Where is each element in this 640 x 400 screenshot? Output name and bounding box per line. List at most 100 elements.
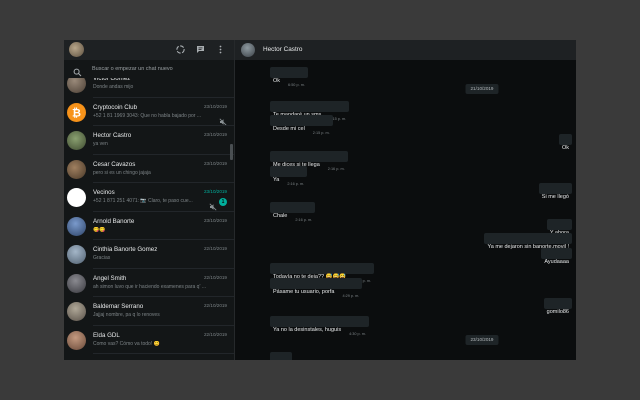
chat-avatar — [67, 131, 86, 150]
outgoing-message[interactable]: gomilo86 — [543, 298, 572, 315]
message-text: Ayudaaaa — [544, 259, 569, 265]
outgoing-message[interactable]: Si me llegó — [538, 183, 572, 200]
outgoing-message[interactable]: Ya me dejaron sin banorte.movil ! — [484, 233, 572, 250]
chat-date: 22/10/2019 — [204, 331, 227, 337]
search-icon[interactable] — [73, 64, 82, 77]
chat-avatar — [67, 245, 86, 264]
incoming-message[interactable]: Pásame tu usuario, porfa 4:29 p. m. — [270, 278, 363, 298]
message-time: 4:29 p. m. — [342, 294, 360, 298]
contact-avatar[interactable] — [241, 43, 255, 57]
chat-preview: Jajjaj nombre, pa q lo renoves — [93, 312, 160, 318]
chat-date: 22/10/2019 — [204, 246, 227, 251]
my-avatar[interactable] — [69, 42, 84, 57]
chat-list-item[interactable]: Baldemar Serrano 22/10/2019 Jajjaj nombre,… — [64, 297, 234, 326]
chat-name: Cinthia Banorte Gomez — [93, 246, 158, 253]
message-text: Ya — [273, 177, 280, 183]
chat-name: Baldemar Serrano — [93, 303, 144, 310]
message-time: 2:16 p. m. — [287, 182, 305, 186]
message-time: 2:15 p. m. — [312, 131, 330, 135]
chat-list-pane: Victor Gomez Donde andas mijo ₿ Cryptocoin … — [64, 40, 235, 360]
chat-list-item[interactable]: Vecinos 23/10/2019 +52 1 871 251 4071: 📷 C… — [64, 183, 234, 212]
conversation-header[interactable]: Hector Castro — [235, 40, 576, 60]
chat-list-item[interactable]: Angel Smith 22/10/2019 ah simon luvo que i… — [64, 269, 234, 297]
chat-date: 23/10/2019 — [204, 132, 227, 137]
message-text: Ok — [561, 145, 569, 151]
chat-date: 22/10/2019 — [204, 274, 227, 280]
chat-avatar — [67, 302, 86, 321]
chat-name: Hector Castro — [93, 132, 132, 139]
chat-date: 23/10/2019 — [204, 189, 227, 194]
chat-list-item[interactable]: Arnold Banorte 23/10/2019 😋😋 — [64, 212, 234, 240]
message-text: Si me llegó — [541, 194, 569, 200]
chat-preview: Donde andas mijo — [93, 84, 134, 90]
chat-list-item[interactable]: Cinthia Banorte Gomez 22/10/2019 Gracias — [64, 240, 234, 269]
chat-list[interactable]: Victor Gomez Donde andas mijo ₿ Cryptocoin … — [64, 69, 234, 354]
message-time: 2:16 p. m. — [327, 167, 345, 171]
chat-date: 23/10/2019 — [204, 103, 227, 109]
message-text: Desde mi cel — [273, 126, 305, 132]
chat-name: Angel Smith — [93, 274, 127, 282]
chat-avatar — [67, 273, 86, 293]
incoming-message[interactable]: Todavía no te deja?? 😅😅😅4:29 p. m. — [270, 263, 375, 283]
chat-list-item[interactable]: Hector Castro 23/10/2019 ya ven — [64, 126, 234, 155]
bitcoin-icon: ₿ — [72, 106, 81, 119]
muted-icon — [219, 113, 227, 125]
chat-date: 23/10/2019 — [204, 160, 227, 166]
message-text: Ok — [273, 78, 281, 84]
incoming-message[interactable]: Ya 2:16 p. m. — [270, 166, 308, 186]
unread-badge: 1 — [219, 198, 227, 206]
message-text: gomilo86 — [546, 309, 569, 315]
chat-list-scrollbar[interactable] — [230, 144, 233, 160]
svg-text:₿: ₿ — [72, 106, 81, 119]
message-text: Pásame tu usuario, porfa — [273, 289, 335, 295]
incoming-message[interactable]: Chale 2:16 p. m. — [270, 202, 316, 222]
date-divider: 23/10/2019 — [465, 335, 499, 345]
chat-preview: pero si es un chingo jajaja — [93, 169, 151, 176]
outgoing-message[interactable]: Ayudaaaa — [541, 248, 572, 265]
incoming-message[interactable]: Ya no la desinstales, huguis 4:30 p. m. — [270, 316, 369, 336]
chat-preview: Como vas? Cómo va todo! 😊 — [93, 340, 160, 347]
chat-preview: ya ven — [93, 141, 108, 147]
chat-name: Arnold Banorte — [93, 217, 135, 225]
whatsapp-window: Victor Gomez Donde andas mijo ₿ Cryptocoin … — [64, 40, 576, 360]
chat-avatar — [67, 330, 86, 350]
divider — [93, 353, 234, 354]
incoming-message[interactable]: ya ven — [270, 352, 293, 360]
date-divider: 21/10/2019 — [465, 84, 499, 94]
chat-preview: +52 1 871 251 4071: 📷 Claro, te paso cue… — [93, 198, 193, 204]
left-header — [64, 40, 234, 60]
search-input[interactable] — [92, 63, 230, 75]
incoming-message[interactable]: Desde mi cel 2:15 p. m. — [270, 115, 333, 135]
chat-date: 22/10/2019 — [204, 303, 227, 308]
chat-preview: Gracias — [93, 255, 111, 261]
message-text: Ya no la desinstales, huguis — [273, 327, 342, 333]
conversation-pane: Hector Castro Ok 6:50 p. m. 21/10/2019 Te m… — [235, 40, 576, 360]
status-icon[interactable] — [174, 43, 187, 56]
chat-list-item[interactable]: Cesar Cavazos 23/10/2019 pero si es un chi… — [64, 155, 234, 183]
chat-list-item[interactable]: Elda GDL 22/10/2019 Como vas? Cómo va todo… — [64, 326, 234, 354]
incoming-message[interactable]: Me dices si te llega2:16 p. m. — [270, 151, 348, 171]
chat-list-item[interactable]: ₿ Cryptocoin Club 23/10/2019 +52 1 81 1969 … — [64, 98, 234, 126]
chat-name: Cryptocoin Club — [93, 103, 138, 111]
menu-icon[interactable] — [214, 43, 227, 56]
message-time: 4:30 p. m. — [349, 332, 366, 336]
chat-preview: ah simon luvo que ir haciendo examenes p… — [93, 283, 206, 290]
incoming-message[interactable]: Te mandaré un sms2:15 p. m. — [270, 101, 350, 121]
chat-preview: 😋😋 — [93, 226, 106, 233]
new-chat-icon[interactable] — [194, 43, 207, 56]
message-time: 6:50 p. m. — [288, 83, 305, 87]
chat-avatar — [67, 216, 86, 236]
muted-icon — [209, 198, 217, 211]
message-list[interactable]: Ok 6:50 p. m. 21/10/2019 Te mandaré un sms2… — [235, 60, 576, 360]
incoming-message[interactable]: Ok 6:50 p. m. — [270, 67, 308, 87]
chat-name: Vecinos — [93, 189, 115, 196]
chat-avatar — [67, 188, 86, 207]
search-bar — [64, 60, 234, 78]
chat-name: Cesar Cavazos — [93, 160, 136, 168]
contact-name: Hector Castro — [263, 46, 303, 53]
message-text: Chale — [273, 213, 288, 219]
chat-date: 23/10/2019 — [204, 217, 227, 223]
chat-name: Elda GDL — [93, 331, 120, 339]
outgoing-message[interactable]: Y ahora — [546, 219, 572, 236]
outgoing-message[interactable]: Ok — [558, 134, 572, 151]
